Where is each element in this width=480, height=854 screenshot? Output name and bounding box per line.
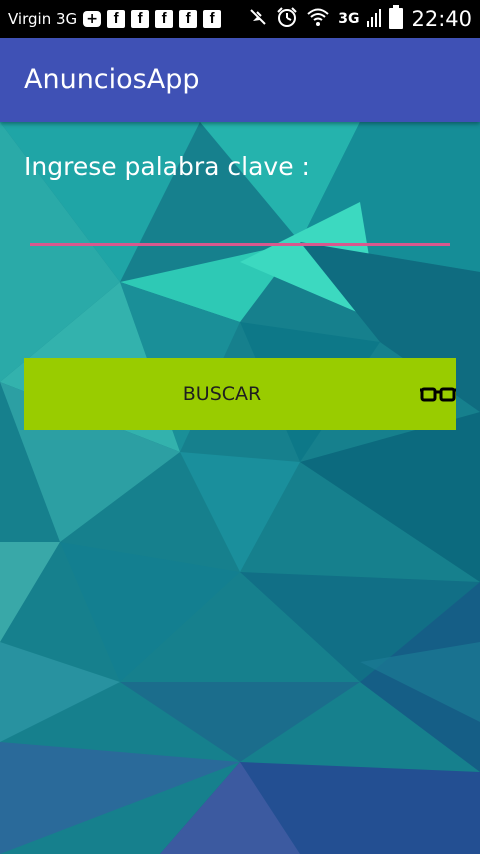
keyword-input[interactable] [30, 202, 450, 246]
alarm-icon [276, 6, 298, 32]
search-button[interactable]: BUSCAR [24, 358, 456, 430]
facebook-icon: f [107, 10, 126, 28]
signal-icon [367, 7, 382, 31]
status-bar: Virgin 3G + f f f f f 3G 22:40 [0, 0, 480, 38]
wifi-icon [306, 7, 330, 31]
main-content: Ingrese palabra clave : BUSCAR [0, 122, 480, 854]
app-bar: AnunciosApp [0, 38, 480, 122]
network-type-label: 3G [338, 11, 360, 27]
app-title: AnunciosApp [24, 64, 200, 95]
search-button-label: BUSCAR [182, 383, 262, 405]
mute-icon [248, 7, 268, 31]
carrier-label: Virgin 3G [8, 10, 78, 28]
keyword-label: Ingrese palabra clave : [24, 152, 310, 181]
facebook-icon: f [179, 10, 198, 28]
facebook-icon: f [131, 10, 150, 28]
facebook-icon: f [155, 10, 174, 28]
plus-icon: + [83, 11, 102, 27]
clock-time: 22:40 [411, 7, 472, 31]
glasses-icon [420, 384, 456, 407]
facebook-icon: f [203, 10, 222, 28]
battery-icon [389, 5, 404, 33]
